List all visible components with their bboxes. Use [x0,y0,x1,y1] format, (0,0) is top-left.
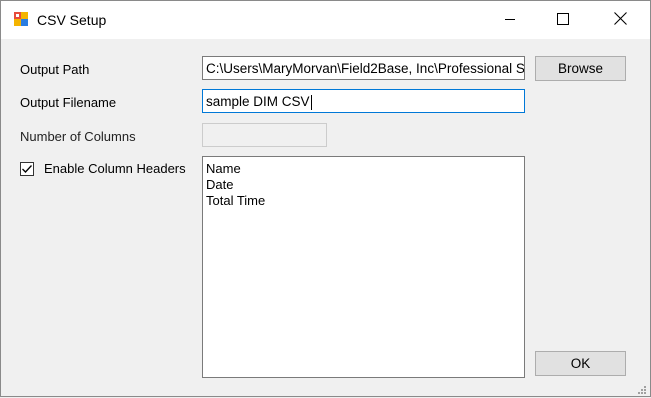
csv-setup-dialog: CSV Setup Output Path C:\Users\MaryMorva… [0,0,651,397]
window-title: CSV Setup [37,12,107,28]
column-headers-list[interactable]: Name Date Total Time [202,156,525,378]
number-of-columns-label: Number of Columns [20,129,136,144]
output-path-label: Output Path [20,62,90,77]
close-icon [613,12,627,28]
maximize-icon [557,12,569,28]
app-icon [13,11,29,27]
minimize-button[interactable] [487,1,533,39]
resize-grip-icon[interactable] [637,383,647,394]
ok-button[interactable]: OK [535,351,626,376]
list-item[interactable]: Name [206,161,521,177]
close-button[interactable] [597,1,643,39]
browse-button[interactable]: Browse [535,56,626,81]
text-caret [310,94,312,110]
enable-column-headers-label[interactable]: Enable Column Headers [44,161,186,176]
list-item[interactable]: Date [206,177,521,193]
list-item[interactable]: Total Time [206,193,521,209]
number-of-columns-field[interactable] [202,123,327,147]
enable-column-headers-checkbox[interactable] [20,162,34,176]
output-filename-value: sample DIM CSV [206,94,310,109]
minimize-icon [504,13,516,28]
output-filename-label: Output Filename [20,95,117,110]
maximize-button[interactable] [540,1,586,39]
output-filename-field[interactable]: sample DIM CSV [202,89,525,113]
output-path-field[interactable]: C:\Users\MaryMorvan\Field2Base, Inc\Prof… [202,56,525,80]
title-bar[interactable]: CSV Setup [1,1,650,39]
